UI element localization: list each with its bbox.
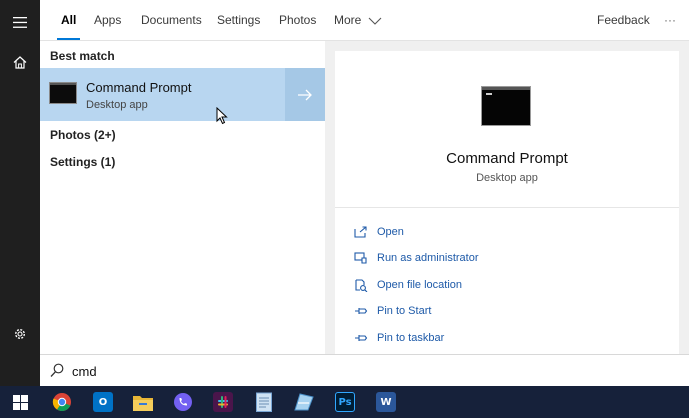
chrome-icon xyxy=(52,393,71,412)
taskbar-slack[interactable] xyxy=(203,386,243,418)
more-dots-icon: ··· xyxy=(664,13,676,27)
notepad-icon xyxy=(256,392,272,412)
tab-documents[interactable]: Documents xyxy=(141,0,202,40)
chevron-down-icon xyxy=(368,17,382,25)
mouse-cursor-icon xyxy=(216,107,228,125)
action-open-file-location[interactable]: Open file location xyxy=(353,276,462,294)
taskbar-chrome[interactable] xyxy=(42,386,82,418)
best-match-subtitle: Desktop app xyxy=(86,99,148,111)
open-details-arrow-button[interactable] xyxy=(285,68,325,121)
feedback-link[interactable]: Feedback xyxy=(597,0,650,40)
folder-icon xyxy=(133,395,153,411)
tab-all[interactable]: All xyxy=(56,0,81,40)
taskbar-file-explorer[interactable] xyxy=(123,386,163,418)
photos-group[interactable]: Photos (2+) xyxy=(50,128,116,142)
tab-more[interactable]: More xyxy=(334,0,382,40)
taskbar-maps[interactable] xyxy=(284,386,324,418)
pin-icon xyxy=(353,331,369,345)
hamburger-icon xyxy=(13,16,27,28)
best-match-header: Best match xyxy=(50,49,115,63)
preview-panel: Command Prompt Desktop app Open Run as a… xyxy=(335,51,679,354)
search-bar xyxy=(40,354,689,386)
preview-title: Command Prompt xyxy=(446,150,568,167)
outlook-icon: O xyxy=(93,392,113,412)
taskbar-notepad[interactable] xyxy=(244,386,284,418)
file-location-icon xyxy=(353,278,369,292)
tab-apps[interactable]: Apps xyxy=(94,0,121,40)
taskbar-viber[interactable] xyxy=(163,386,203,418)
taskbar-outlook[interactable]: O xyxy=(83,386,123,418)
taskbar-photoshop[interactable]: Ps xyxy=(325,386,365,418)
command-prompt-icon xyxy=(49,82,77,104)
hamburger-menu-button[interactable] xyxy=(0,2,40,42)
action-pin-to-taskbar[interactable]: Pin to taskbar xyxy=(353,329,444,347)
left-rail xyxy=(0,0,40,386)
taskbar-word[interactable]: W xyxy=(366,386,406,418)
best-match-item[interactable]: Command Prompt Desktop app xyxy=(40,68,325,125)
search-icon xyxy=(50,363,64,377)
tab-photos[interactable]: Photos xyxy=(279,0,316,40)
tab-settings[interactable]: Settings xyxy=(217,0,260,40)
search-input[interactable] xyxy=(72,361,472,381)
command-prompt-large-icon xyxy=(481,86,531,126)
best-match-main[interactable]: Command Prompt Desktop app xyxy=(40,68,284,125)
home-button[interactable] xyxy=(0,42,40,82)
map-icon xyxy=(294,393,314,411)
slack-icon xyxy=(213,392,233,412)
more-options-button[interactable]: ··· xyxy=(664,0,676,40)
viber-icon xyxy=(174,393,192,411)
word-icon: W xyxy=(376,392,396,412)
start-button[interactable] xyxy=(0,386,40,418)
action-pin-to-start[interactable]: Pin to Start xyxy=(353,302,431,320)
preview-divider xyxy=(335,207,679,208)
windows-logo-icon xyxy=(12,394,28,410)
action-open[interactable]: Open xyxy=(353,223,404,241)
taskbar: O Ps W xyxy=(0,386,689,418)
action-run-as-administrator[interactable]: Run as administrator xyxy=(353,249,479,267)
gear-icon xyxy=(14,328,26,340)
preview-subtitle: Desktop app xyxy=(476,172,538,184)
home-icon xyxy=(13,55,27,69)
settings-group[interactable]: Settings (1) xyxy=(50,155,115,169)
best-match-title: Command Prompt xyxy=(86,80,192,95)
shield-icon xyxy=(353,251,369,265)
arrow-right-icon xyxy=(298,89,312,100)
results-panel: Best match Command Prompt Desktop app Ph… xyxy=(40,41,325,354)
photoshop-icon: Ps xyxy=(335,392,355,412)
pin-icon xyxy=(353,304,369,318)
settings-button[interactable] xyxy=(0,314,40,354)
open-icon xyxy=(353,225,369,239)
search-scope-tabs: All Apps Documents Settings Photos More … xyxy=(40,0,689,41)
